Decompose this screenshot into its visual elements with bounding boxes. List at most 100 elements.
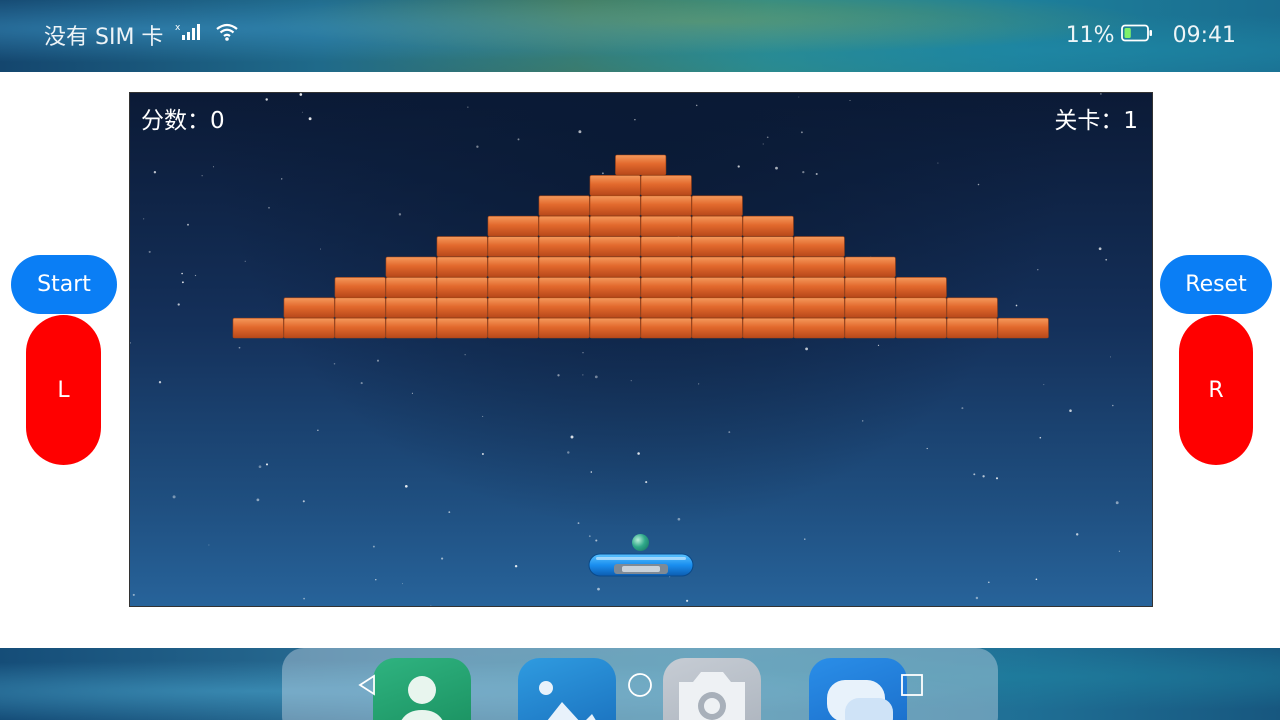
start-button[interactable]: Start [11, 255, 117, 314]
brick [487, 277, 539, 298]
brick [283, 317, 335, 339]
brick [487, 297, 539, 318]
brick [640, 215, 692, 237]
status-bar: 没有 SIM 卡 x 11% 09:41 [0, 0, 1280, 72]
brick [538, 215, 590, 237]
brick [589, 195, 641, 216]
brick [232, 317, 284, 339]
brick [997, 317, 1049, 339]
brick [538, 256, 590, 278]
back-icon[interactable] [352, 670, 382, 700]
gallery-app-icon[interactable] [518, 658, 616, 720]
home-icon[interactable] [625, 670, 655, 700]
brick [385, 256, 437, 278]
game-screen: 没有 SIM 卡 x 11% 09:41 分数：0 关卡：1 Start L R… [0, 0, 1280, 720]
brick [793, 256, 845, 278]
brick [640, 277, 692, 298]
brick [538, 297, 590, 318]
brick [691, 297, 743, 318]
signal-icon: x [175, 21, 201, 49]
brick [691, 317, 743, 339]
score-display: 分数：0 [141, 108, 225, 134]
brick [691, 277, 743, 298]
brick [742, 256, 794, 278]
brick [334, 277, 386, 298]
brick [538, 236, 590, 257]
brick [946, 297, 998, 318]
brick-wall [232, 154, 1049, 339]
brick [640, 256, 692, 278]
brick [793, 236, 845, 257]
brick [946, 317, 998, 339]
brick [589, 317, 641, 339]
svg-text:x: x [175, 23, 181, 33]
camera-app-icon[interactable] [663, 658, 761, 720]
brick [793, 277, 845, 298]
brick [334, 297, 386, 318]
brick [436, 256, 488, 278]
brick [691, 236, 743, 257]
brick [640, 317, 692, 339]
brick [640, 297, 692, 318]
brick [793, 297, 845, 318]
brick [334, 317, 386, 339]
paddle[interactable] [588, 551, 694, 579]
brick [487, 256, 539, 278]
move-left-button[interactable]: L [26, 315, 101, 465]
brick [742, 236, 794, 257]
brick [385, 277, 437, 298]
brick [589, 297, 641, 318]
messages-app-icon[interactable] [809, 658, 907, 720]
brick [691, 195, 743, 216]
reset-button[interactable]: Reset [1160, 255, 1272, 314]
brick [640, 195, 692, 216]
brick [640, 175, 692, 196]
brick [589, 277, 641, 298]
move-right-button[interactable]: R [1179, 315, 1253, 465]
brick [487, 236, 539, 257]
brick [844, 256, 896, 278]
brick [742, 297, 794, 318]
brick [691, 256, 743, 278]
ball [632, 534, 649, 551]
brick [615, 154, 667, 176]
brick [436, 317, 488, 339]
brick [895, 277, 947, 298]
brick [589, 215, 641, 237]
brick [742, 215, 794, 237]
status-right: 11% 09:41 [1066, 20, 1236, 50]
level-display: 关卡：1 [1054, 108, 1138, 134]
brick [895, 317, 947, 339]
bottom-bar [0, 648, 1280, 720]
wifi-icon [215, 22, 239, 48]
brick [385, 317, 437, 339]
brick [844, 317, 896, 339]
brick [385, 297, 437, 318]
brick [538, 277, 590, 298]
brick [844, 277, 896, 298]
brick [844, 297, 896, 318]
brick [487, 215, 539, 237]
brick [691, 215, 743, 237]
status-left: 没有 SIM 卡 x [44, 20, 239, 50]
brick [589, 236, 641, 257]
recent-apps-icon[interactable] [897, 670, 927, 700]
brick [538, 317, 590, 339]
brick [436, 277, 488, 298]
game-board[interactable]: 分数：0 关卡：1 [129, 92, 1153, 607]
brick [589, 175, 641, 196]
contacts-app-icon[interactable] [373, 658, 471, 720]
brick [538, 195, 590, 216]
battery-icon [1120, 23, 1153, 48]
brick [742, 317, 794, 339]
brick [436, 297, 488, 318]
brick [742, 277, 794, 298]
brick [589, 256, 641, 278]
brick [793, 317, 845, 339]
battery-percent: 11% [1065, 22, 1115, 48]
brick [436, 236, 488, 257]
carrier-text: 没有 SIM 卡 [44, 25, 164, 50]
brick [487, 317, 539, 339]
brick [283, 297, 335, 318]
clock-time: 09:41 [1172, 22, 1236, 48]
